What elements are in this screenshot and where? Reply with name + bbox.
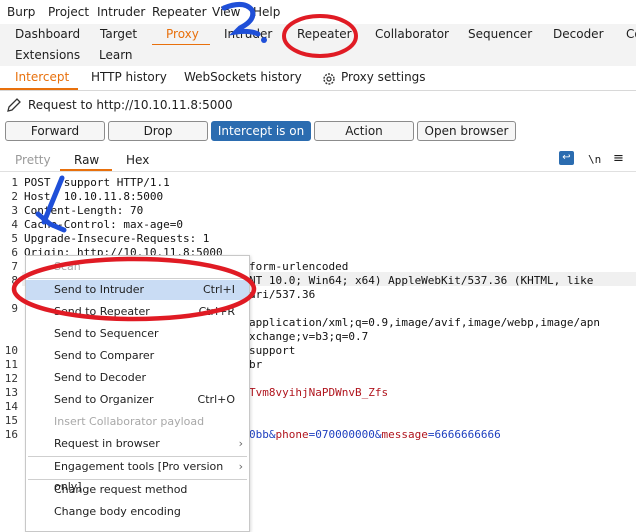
menu-item-send-to-intruder[interactable]: Send to Intruder Ctrl+I [26,280,249,300]
menu-item-change-body-encoding[interactable]: Change body encoding [26,502,249,522]
code-line: Host: 10.10.11.8:5000 [24,190,164,203]
line-number: 4 [11,218,18,231]
tab-target[interactable]: Target [100,27,137,41]
menu-item-engagement-tools[interactable]: Engagement tools [Pro version only] › [26,457,249,493]
menu-project[interactable]: Project [48,5,89,19]
param-message: message [381,428,428,441]
tab-pretty[interactable]: Pretty [15,153,51,167]
tab-proxy[interactable]: Proxy [166,27,199,41]
code-line: Content-Length: 70 [24,204,144,217]
message-view-tabs: Pretty Raw Hex ↩ \n ≡ [0,149,636,171]
code-accept: application/xml;q=0.9,image/avif,image/w… [249,316,600,329]
request-target-label: Request to http://10.10.11.8:5000 [28,98,233,112]
open-browser-button[interactable]: Open browser [417,121,516,141]
intercept-toggle-button[interactable]: Intercept is on [211,121,311,141]
context-menu: Scan Send to Intruder Ctrl+I Send to Repe… [25,255,250,532]
code-encoding: br [249,358,263,371]
line-number: 10 [4,344,18,357]
tab-http-history[interactable]: HTTP history [91,70,167,84]
pencil-icon [6,97,22,116]
tab-learn[interactable]: Learn [99,48,133,62]
code-user-agent: NT 10.0; Win64; x64) AppleWebKit/537.36 … [249,274,594,287]
body-fragment: 0bb& [249,428,276,441]
menu-repeater[interactable]: Repeater [152,5,207,19]
tab-dashboard[interactable]: Dashboard [15,27,80,41]
param-phone-value: =070000000& [308,428,382,441]
tab-websockets-history[interactable]: WebSockets history [184,70,302,84]
line-number: 7 [11,260,18,273]
gear-icon[interactable] [322,70,336,87]
line-number: 12 [4,372,18,385]
tab-collaborator[interactable]: Collaborator [375,27,449,41]
line-number: 5 [11,232,18,245]
code-line: POST /support HTTP/1.1 [24,176,170,189]
menu-item-insert-collaborator-payload: Insert Collaborator payload [54,415,205,428]
newline-toggle-icon[interactable]: \n [588,153,601,166]
tab-hex[interactable]: Hex [126,153,149,167]
action-button[interactable]: Action [314,121,414,141]
menu-item-send-to-decoder[interactable]: Send to Decoder [26,368,249,388]
line-number: 14 [4,400,18,413]
tab-decoder[interactable]: Decoder [553,27,604,41]
menu-intruder[interactable]: Intruder [97,5,145,19]
line-number: 2 [11,190,18,203]
request-info: Request to http://10.10.11.8:5000 [0,94,636,116]
menu-item-send-to-organizer[interactable]: Send to Organizer Ctrl+O [26,390,249,410]
wrap-lines-icon[interactable]: ↩ [559,151,574,165]
tab-proxy-settings[interactable]: Proxy settings [341,70,426,84]
menu-bar: Burp Project Intruder Repeater View Help [0,0,636,24]
drop-button[interactable]: Drop [108,121,208,141]
line-number: 16 [4,428,18,441]
line-number: 3 [11,204,18,217]
code-body: 0bb&phone=070000000&message=6666666666 [249,428,501,441]
code-cookie-value: Tvm8vyihjNaPDWnvB_Zfs [249,386,389,399]
menu-item-request-in-browser[interactable]: Request in browser › [26,434,249,454]
menu-icon[interactable]: ≡ [613,151,624,166]
code-user-agent-end: ari/537.36 [249,288,316,301]
line-number: 15 [4,414,18,427]
line-number: 11 [4,358,18,371]
line-number: 1 [11,176,18,189]
proxy-subtabs: Intercept HTTP history WebSockets histor… [0,66,636,91]
tab-sequencer[interactable]: Sequencer [468,27,532,41]
menu-item-scan: Scan [54,260,81,273]
code-line: Cache-Control: max-age=0 [24,218,183,231]
main-tabs-row-1: Dashboard Target Proxy Intruder Repeater… [0,24,636,46]
intercept-tab-underline [0,88,78,90]
code-content-type: form-urlencoded [249,260,349,273]
tab-repeater[interactable]: Repeater [297,27,352,41]
tab-comparer[interactable]: Co [626,27,636,41]
param-phone: phone [275,428,309,441]
chevron-right-icon: › [238,460,243,473]
param-message-value: =6666666666 [427,428,501,441]
code-accept-end: xchange;v=b3;q=0.7 [249,330,369,343]
chevron-right-icon: › [238,437,243,450]
code-referer: support [249,344,296,357]
line-number: 13 [4,386,18,399]
menu-help[interactable]: Help [253,5,280,19]
menu-view[interactable]: View [212,5,240,19]
tab-raw[interactable]: Raw [74,153,99,167]
menu-burp[interactable]: Burp [7,5,35,19]
menu-separator [28,278,247,279]
menu-item-send-to-repeater[interactable]: Send to Repeater Ctrl+R [26,302,249,322]
line-number: 9 [11,302,18,315]
forward-button[interactable]: Forward [5,121,105,141]
main-tabs-row-2: Extensions Learn [0,45,636,67]
menu-item-send-to-comparer[interactable]: Send to Comparer [26,346,249,366]
tab-extensions[interactable]: Extensions [15,48,80,62]
line-number: 8 [11,274,18,287]
line-number: 6 [11,246,18,259]
menu-item-change-request-method[interactable]: Change request method [26,480,249,500]
tab-intercept[interactable]: Intercept [15,70,69,84]
code-line: Upgrade-Insecure-Requests: 1 [24,232,210,245]
tab-intruder[interactable]: Intruder [224,27,272,41]
menu-item-send-to-sequencer[interactable]: Send to Sequencer [26,324,249,344]
